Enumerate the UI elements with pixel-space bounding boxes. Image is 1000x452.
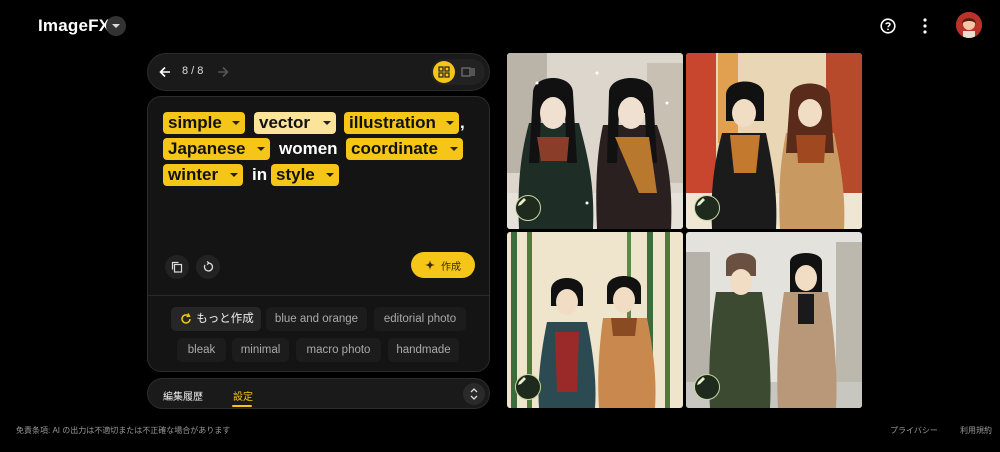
arrow-forward-icon[interactable] [216, 65, 230, 79]
refresh-icon [181, 313, 191, 324]
tab-settings[interactable]: 設定 [233, 388, 253, 403]
chip-label: style [276, 165, 315, 184]
prompt-line-3: winter in style [163, 164, 483, 190]
expand-button[interactable] [463, 383, 485, 405]
suggestion-chip[interactable]: macro photo [296, 338, 381, 362]
suggestion-chip[interactable]: minimal [232, 338, 289, 362]
chip-label: coordinate [351, 139, 438, 158]
history-nav-bar: 8 / 8 [147, 53, 490, 91]
generated-image-3[interactable] [507, 232, 683, 408]
chip-label: Japanese [168, 139, 246, 158]
edit-icon[interactable] [694, 195, 720, 221]
create-button-label: 作成 [441, 261, 461, 273]
chip-label: illustration [349, 113, 436, 132]
help-circle-icon[interactable] [880, 18, 896, 34]
edit-icon[interactable] [515, 374, 541, 400]
chevron-down-icon [326, 173, 334, 177]
chip-label: simple [168, 113, 222, 132]
sparkle-icon [425, 260, 435, 270]
privacy-link[interactable]: プライバシー [890, 425, 938, 436]
divider [148, 295, 489, 296]
reset-icon [203, 261, 214, 272]
edit-icon[interactable] [515, 195, 541, 221]
copy-button[interactable] [165, 255, 189, 279]
single-view-icon[interactable] [461, 65, 475, 79]
prompt-chip[interactable]: coordinate [346, 138, 463, 160]
suggestion-chip[interactable]: blue and orange [266, 307, 367, 331]
prompt-chip[interactable]: simple [163, 112, 245, 134]
chip-label: vector [259, 113, 311, 132]
chip-label: winter [168, 165, 219, 184]
chevron-down-icon[interactable] [106, 16, 126, 36]
suggestion-chip[interactable]: bleak [177, 338, 226, 362]
reset-button[interactable] [196, 255, 220, 279]
more-vert-icon[interactable] [920, 17, 930, 35]
active-tab-indicator [232, 405, 252, 407]
suggestion-chip[interactable]: handmade [388, 338, 459, 362]
arrow-back-icon[interactable] [158, 65, 172, 79]
bottom-tabs: 編集履歴 設定 [147, 378, 490, 409]
terms-link[interactable]: 利用規約 [960, 425, 992, 436]
chevron-down-icon [446, 121, 454, 125]
view-toggle [431, 59, 485, 85]
generated-image-4[interactable] [686, 232, 862, 408]
top-bar: ImageFX [0, 0, 1000, 52]
generated-image-2[interactable] [686, 53, 862, 229]
prompt-panel: simple vector illustration , Japanese wo… [147, 96, 490, 372]
more-create-button[interactable]: もっと作成 [171, 307, 261, 331]
chevron-down-icon [232, 121, 240, 125]
prompt-word: in [252, 165, 268, 184]
prompt-chip[interactable]: vector [254, 112, 336, 134]
chevron-down-icon [450, 147, 458, 151]
suggestion-chip[interactable]: editorial photo [374, 307, 466, 331]
generated-image-1[interactable] [507, 53, 683, 229]
user-avatar[interactable] [956, 12, 982, 38]
prompt-chip[interactable]: winter [163, 164, 243, 186]
prompt-line-2: Japanese women coordinate [163, 138, 483, 164]
copy-icon [171, 261, 183, 273]
chevron-down-icon [230, 173, 238, 177]
prompt-word: women [279, 139, 338, 158]
chevron-down-icon [257, 147, 265, 151]
create-button[interactable]: 作成 [411, 252, 475, 278]
disclaimer-text: 免責条項: AI の出力は不適切または不正確な場合があります [16, 426, 231, 435]
history-counter: 8 / 8 [182, 65, 204, 77]
prompt-chip[interactable]: Japanese [163, 138, 270, 160]
prompt-editor[interactable]: simple vector illustration , Japanese wo… [163, 112, 483, 190]
tab-history[interactable]: 編集履歴 [163, 388, 203, 403]
app-title[interactable]: ImageFX [38, 16, 110, 36]
prompt-word: , [460, 113, 465, 132]
chevron-down-icon [323, 121, 331, 125]
unfold-icon [470, 388, 478, 400]
grid-view-icon[interactable] [433, 61, 455, 83]
prompt-chip[interactable]: style [271, 164, 339, 186]
prompt-line-1: simple vector illustration , [163, 112, 483, 138]
prompt-chip[interactable]: illustration [344, 112, 459, 134]
edit-icon[interactable] [694, 374, 720, 400]
